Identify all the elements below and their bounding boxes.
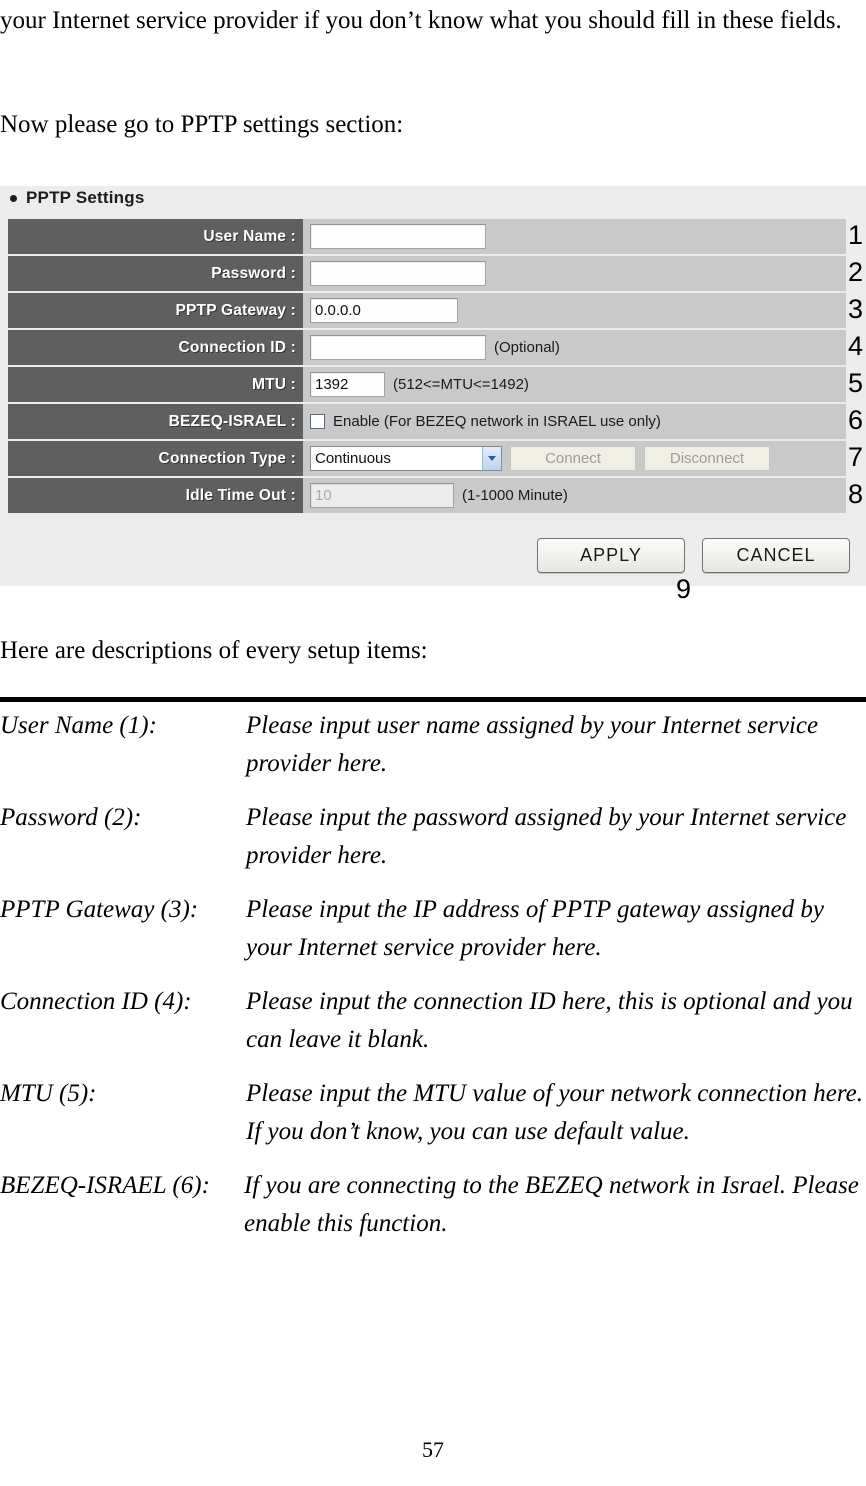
value-pptp-gateway: 0.0.0.0 — [303, 293, 846, 328]
apply-button[interactable]: APPLY — [537, 538, 685, 573]
now-paragraph: Now please go to PPTP settings section: — [0, 111, 404, 138]
description-row: BEZEQ-ISRAEL (6): If you are connecting … — [0, 1167, 866, 1243]
value-connection-type: Continuous Connect Disconnect — [303, 441, 846, 476]
disconnect-button[interactable]: Disconnect — [644, 446, 770, 471]
bullet-icon — [10, 194, 17, 202]
row-pptp-gateway: PPTP Gateway : 0.0.0.0 — [8, 293, 846, 328]
description-row: Password (2): Please input the password … — [0, 799, 866, 875]
description-row: Connection ID (4): Please input the conn… — [0, 983, 866, 1059]
value-connection-id: (Optional) — [303, 330, 846, 365]
callout-3: 3 — [848, 294, 864, 324]
callout-5: 5 — [848, 368, 864, 398]
label-password: Password : — [8, 256, 303, 291]
row-bezeq-israel: BEZEQ-ISRAEL : Enable (For BEZEQ network… — [8, 404, 846, 439]
label-connection-id: Connection ID : — [8, 330, 303, 365]
description-term: User Name (1): — [0, 712, 157, 739]
description-term: MTU (5): — [0, 1080, 97, 1107]
connect-button[interactable]: Connect — [510, 446, 636, 471]
value-mtu: 1392 (512<=MTU<=1492) — [303, 367, 846, 402]
connection-id-input[interactable] — [310, 335, 486, 360]
row-connection-type: Connection Type : Continuous Connect Dis… — [8, 441, 846, 476]
cancel-button[interactable]: CANCEL — [702, 538, 850, 573]
description-row: User Name (1): Please input user name as… — [0, 707, 866, 783]
value-idle-time-out: 10 (1-1000 Minute) — [303, 478, 846, 513]
label-connection-type: Connection Type : — [8, 441, 303, 476]
panel-action-buttons: APPLY CANCEL — [537, 538, 850, 573]
description-definition: Please input the connection ID here, thi… — [246, 988, 853, 1053]
password-input[interactable] — [310, 261, 486, 286]
callout-9: 9 — [676, 574, 692, 604]
callout-6: 6 — [848, 405, 864, 435]
description-term: BEZEQ-ISRAEL (6): — [0, 1172, 210, 1199]
mtu-hint: (512<=MTU<=1492) — [393, 376, 529, 393]
connection-type-selected-value: Continuous — [315, 450, 391, 467]
mtu-input[interactable]: 1392 — [310, 372, 385, 397]
row-user-name: User Name : — [8, 219, 846, 254]
horizontal-rule — [0, 697, 866, 702]
description-definition: Please input the IP address of PPTP gate… — [246, 896, 824, 961]
panel-section-header: PPTP Settings — [10, 188, 144, 208]
bezeq-israel-checkbox-label: Enable (For BEZEQ network in ISRAEL use … — [333, 413, 661, 430]
label-idle-time-out: Idle Time Out : — [8, 478, 303, 513]
row-password: Password : — [8, 256, 846, 291]
callout-2: 2 — [848, 257, 864, 287]
description-definition: If you are connecting to the BEZEQ netwo… — [244, 1172, 859, 1237]
label-bezeq-israel: BEZEQ-ISRAEL : — [8, 404, 303, 439]
page-number: 57 — [422, 1437, 444, 1462]
value-password — [303, 256, 846, 291]
panel-section-title: PPTP Settings — [26, 188, 145, 207]
description-row: PPTP Gateway (3): Please input the IP ad… — [0, 891, 866, 967]
description-definition: Please input user name assigned by your … — [246, 712, 819, 777]
intro-paragraph: your Internet service provider if you do… — [0, 7, 842, 34]
setup-item-descriptions: User Name (1): Please input user name as… — [0, 707, 866, 1259]
label-user-name: User Name : — [8, 219, 303, 254]
chevron-down-icon[interactable] — [482, 447, 501, 470]
description-term: Password (2): — [0, 804, 142, 831]
description-term: Connection ID (4): — [0, 988, 192, 1015]
value-bezeq-israel: Enable (For BEZEQ network in ISRAEL use … — [303, 404, 846, 439]
connection-type-select[interactable]: Continuous — [310, 446, 502, 471]
description-definition: Please input the password assigned by yo… — [246, 804, 847, 869]
pptp-gateway-input[interactable]: 0.0.0.0 — [310, 298, 458, 323]
pptp-settings-panel: PPTP Settings User Name : Password : PPT… — [0, 186, 866, 586]
descriptions-intro: Here are descriptions of every setup ite… — [0, 637, 428, 664]
label-pptp-gateway: PPTP Gateway : — [8, 293, 303, 328]
connection-id-hint: (Optional) — [494, 339, 560, 356]
idle-time-out-input[interactable]: 10 — [310, 483, 454, 508]
row-idle-time-out: Idle Time Out : 10 (1-1000 Minute) — [8, 478, 846, 513]
bezeq-israel-checkbox[interactable] — [310, 414, 325, 429]
row-mtu: MTU : 1392 (512<=MTU<=1492) — [8, 367, 846, 402]
callout-8: 8 — [848, 479, 864, 509]
callout-1: 1 — [848, 220, 864, 250]
user-name-input[interactable] — [310, 224, 486, 249]
idle-time-out-hint: (1-1000 Minute) — [462, 487, 568, 504]
settings-rows: User Name : Password : PPTP Gateway : 0.… — [8, 219, 846, 515]
row-connection-id: Connection ID : (Optional) — [8, 330, 846, 365]
description-term: PPTP Gateway (3): — [0, 896, 199, 923]
label-mtu: MTU : — [8, 367, 303, 402]
description-definition: Please input the MTU value of your netwo… — [246, 1080, 863, 1145]
value-user-name — [303, 219, 846, 254]
callout-7: 7 — [848, 442, 864, 472]
description-row: MTU (5): Please input the MTU value of y… — [0, 1075, 866, 1151]
callout-4: 4 — [848, 331, 864, 361]
